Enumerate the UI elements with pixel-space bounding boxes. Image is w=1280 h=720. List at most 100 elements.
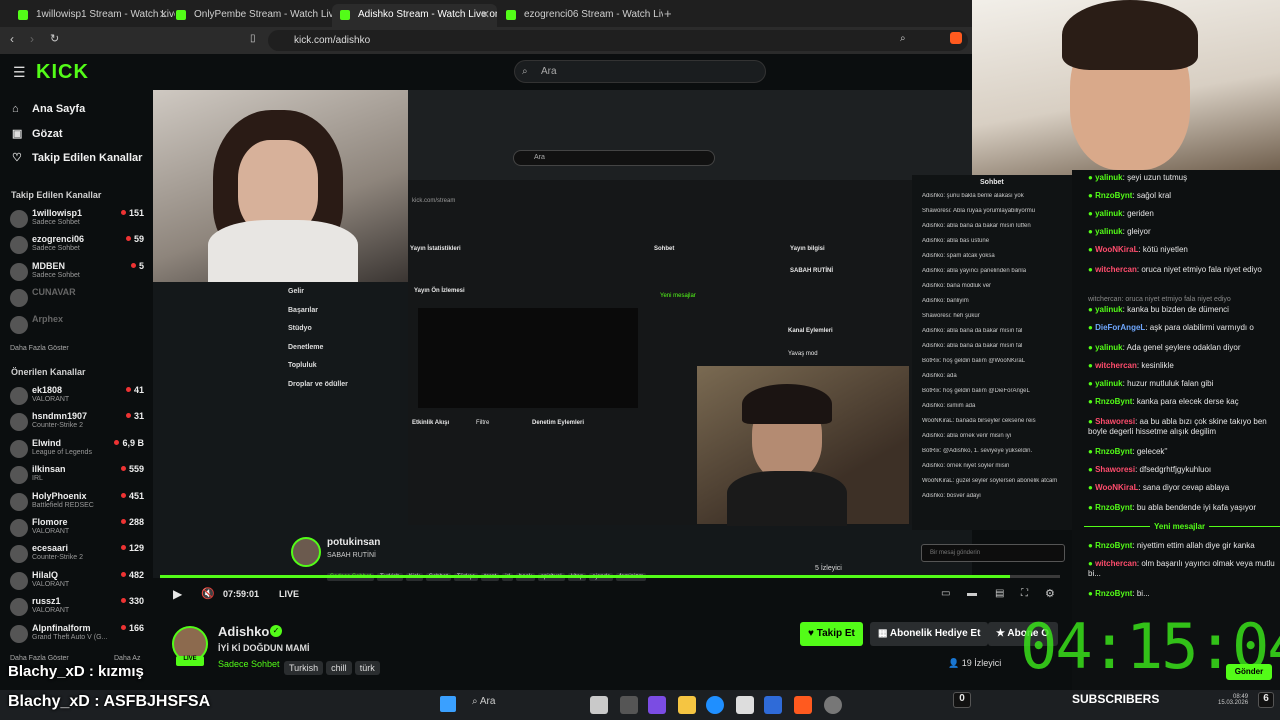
sidebar-channel[interactable]: russz1 VALORANT 330 [10,596,150,620]
tab-onlypembe[interactable]: OnlyPembe Stream - Watch Live on [168,4,333,27]
chat-username[interactable]: yalinuk [1095,173,1123,182]
brave-shield-icon[interactable] [950,32,962,44]
reload-icon[interactable]: ↻ [50,32,59,45]
sidebar-channel[interactable]: HolyPhoenix Battlefield REDSEC 451 [10,491,150,515]
inner-streamer-name: potukinsan [327,537,381,548]
pip-icon[interactable]: ▭ [941,588,950,599]
chat-username[interactable]: Shaworesi [1095,417,1135,426]
chat-username[interactable]: yalinuk [1095,227,1123,236]
chat-message: ● RnzoBynt: bu abla bendende iyi kafa ya… [1088,503,1257,512]
nav-home[interactable]: ⌂ Ana Sayfa [12,103,85,115]
channel-avatar [10,236,28,255]
sidebar-channel[interactable]: ilkinsan IRL 559 [10,464,150,488]
channel-name: russz1 [32,596,61,607]
close-tab-icon[interactable]: ✕ [481,8,490,21]
nav-following[interactable]: ♡ Takip Edilen Kanallar [12,151,142,164]
taskbar-task-view-icon[interactable] [620,696,638,714]
close-tab-icon[interactable]: ✕ [159,8,168,21]
chat-message: ● Shaworesi: aa bu abla bızı çok skine t… [1088,417,1267,436]
chat-username[interactable]: RnzoBynt [1095,191,1132,200]
zoom-icon[interactable]: ⌕ [900,33,906,44]
play-icon[interactable]: ▶ [173,587,182,601]
file-explorer-icon[interactable] [678,696,696,714]
chat-username[interactable]: RnzoBynt [1095,503,1132,512]
sidebar-channel[interactable]: Flomore VALORANT 288 [10,517,150,541]
new-tab-button[interactable]: + [664,6,672,21]
inner-chat-message: Adishko: ada [922,373,957,379]
sidebar-channel[interactable]: Arphex [10,314,150,338]
edge-icon[interactable] [706,696,724,714]
menu-icon[interactable]: ☰ [13,64,26,81]
fullscreen-icon[interactable]: ⛶ [1021,588,1028,599]
sidebar-channel[interactable]: MDBEN Sadece Sohbet 5 [10,261,150,285]
clip-icon[interactable]: ▤ [995,588,1004,599]
sidebar-channel[interactable]: 1willowisp1 Sadece Sohbet 151 [10,208,150,232]
chat-username[interactable]: WooNKiraL [1095,483,1138,492]
windows-start-icon[interactable] [440,696,456,712]
sidebar-channel[interactable]: Elwind League of Legends 6,9 B [10,438,150,462]
kick-favicon-icon [340,10,350,20]
chat-text: kötü niyetlen [1142,245,1188,254]
channel-name: CUNAVAR [32,287,76,298]
sidebar-channel[interactable]: ezogrenci06 Sadece Sohbet 59 [10,234,150,258]
sidebar-channel[interactable]: CUNAVAR [10,287,150,311]
url-field[interactable]: kick.com/adishko [268,30,968,51]
show-more-link[interactable]: Daha Fazla Göster [10,345,69,352]
sidebar-channel[interactable]: ek1808 VALORANT 41 [10,385,150,409]
mute-icon[interactable]: 🔇 [201,587,215,600]
chat-username[interactable]: RnzoBynt [1095,397,1132,406]
bookmark-icon[interactable]: ▯ [250,33,256,44]
stream-tag[interactable]: Turkish [284,661,324,675]
sidebar-channel[interactable]: HilalQ VALORANT 482 [10,570,150,594]
taskbar-app-3-icon[interactable] [824,696,842,714]
sidebar-channel[interactable]: Alpnfinalform Grand Theft Auto V (G... 166 [10,623,150,647]
chat-username[interactable]: witchercan [1095,559,1137,568]
chat-username[interactable]: WooNKiraL [1095,245,1138,254]
show-more-link-2[interactable]: Daha Fazla Göster [10,655,69,662]
chat-username[interactable]: Shaworesi [1095,465,1135,474]
tab-ezogrenci06[interactable]: ezogrenci06 Stream - Watch Live [498,4,663,27]
chat-username[interactable]: witchercan [1095,361,1137,370]
chat-username[interactable]: RnzoBynt [1095,589,1132,598]
taskbar-app-icon[interactable] [648,696,666,714]
taskbar-widget-icon[interactable] [590,696,608,714]
chat-username[interactable]: yalinuk [1095,209,1123,218]
chat-username[interactable]: DieForAngeL [1095,323,1145,332]
show-less-link[interactable]: Daha Az [114,655,140,662]
chat-text: Ada genel şeylere odaklan diyor [1126,343,1241,352]
channel-avatar [10,439,28,458]
sidebar-channel[interactable]: ecesaari Counter-Strike 2 129 [10,543,150,567]
stream-category[interactable]: Sadece Sohbet [218,659,280,669]
chat-username[interactable]: RnzoBynt [1095,541,1132,550]
streamer-name[interactable]: Adishko [218,624,269,639]
brave-icon[interactable] [794,696,812,714]
taskbar-app-2-icon[interactable] [764,696,782,714]
chat-send-button[interactable]: Gönder [1226,664,1272,680]
chat-message: ● RnzoBynt: gelecek'' [1088,447,1168,456]
sidebar-channel[interactable]: hsndmn1907 Counter-Strike 2 31 [10,411,150,435]
tab-1willowisp1[interactable]: 1willowisp1 Stream - Watch Live ✕ [10,4,175,27]
tab-adishko[interactable]: Adishko Stream - Watch Live on ✕ [332,4,497,27]
taskbar-search[interactable]: ⌕ Ara [472,696,495,707]
chat-username[interactable]: yalinuk [1095,305,1123,314]
stream-tag[interactable]: türk [354,661,380,675]
settings-gear-icon[interactable]: ⚙ [1045,587,1055,600]
inner-viewers: 5 İzleyici [815,565,842,572]
stream-tags: Turkish chill türk [284,658,383,676]
inner-audit-label: Denetim Eylemleri [532,420,585,426]
back-icon[interactable]: ‹ [10,32,14,46]
chat-username[interactable]: RnzoBynt [1095,447,1132,456]
kick-logo[interactable]: KICK [36,61,89,84]
forward-icon[interactable]: › [30,32,34,46]
gift-sub-button[interactable]: ▦ Abonelik Hediye Et [870,622,989,646]
nav-browse[interactable]: ▣ Gözat [12,127,63,140]
chat-username[interactable]: witchercan [1095,265,1137,274]
follow-button[interactable]: ♥ Takip Et [800,622,863,646]
chat-username[interactable]: yalinuk [1095,343,1123,352]
theater-icon[interactable]: ▬ [967,588,977,599]
stream-tag[interactable]: chill [326,661,352,675]
store-icon[interactable] [736,696,754,714]
chat-username[interactable]: yalinuk [1095,379,1123,388]
search-input[interactable]: Ara [514,60,766,83]
channel-avatar [10,262,28,281]
